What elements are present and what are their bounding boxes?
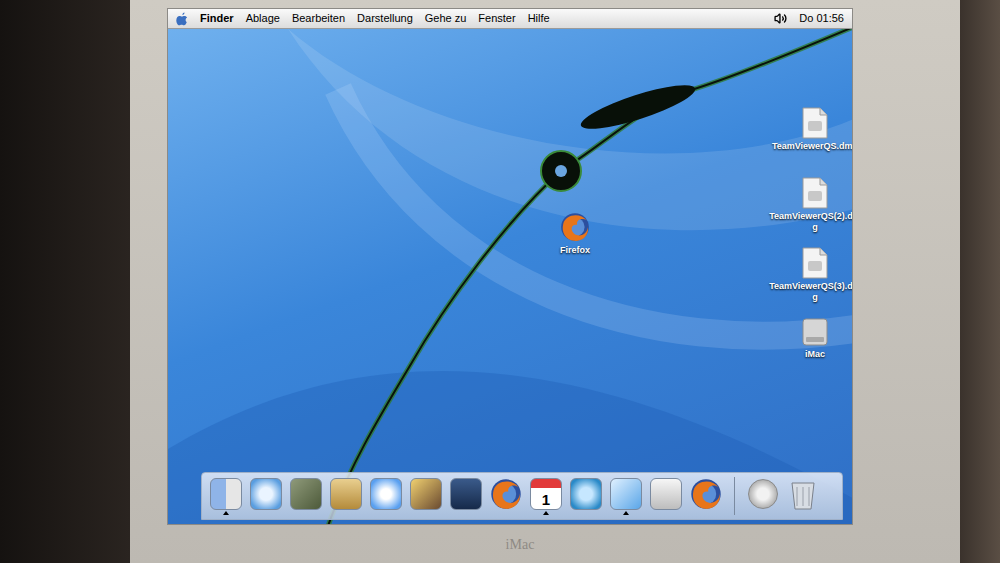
running-indicator	[583, 511, 589, 515]
running-indicator	[423, 511, 429, 515]
icon-label-line: g	[812, 292, 818, 303]
running-indicator	[503, 512, 509, 516]
menu-item[interactable]: Fenster	[478, 10, 515, 27]
icon-label: iMac	[805, 349, 825, 360]
apple-icon[interactable]	[176, 12, 188, 26]
menu-bar: Finder Ablage Bearbeiten Darstellung Gehe zu…	[168, 9, 852, 29]
running-indicator	[663, 511, 669, 515]
dock-item[interactable]	[648, 478, 684, 515]
hard-drive-icon	[801, 317, 829, 347]
desktop-icon[interactable]: TeamViewerQS(3).dmg	[772, 247, 852, 303]
icon-label: TeamViewerQS(3).dmg	[769, 281, 852, 303]
dock: 1	[201, 472, 843, 520]
running-indicator	[343, 511, 349, 515]
icon-label-line: TeamViewerQS.dmg	[772, 141, 852, 152]
firefox-icon	[489, 477, 523, 511]
icon-label-line: TeamViewerQS(2).dm	[769, 211, 852, 222]
menu-item[interactable]: Ablage	[246, 10, 280, 27]
dock-item[interactable]	[488, 477, 524, 516]
photo-scene: Finder Ablage Bearbeiten Darstellung Gehe zu…	[0, 0, 1000, 563]
running-indicator	[263, 511, 269, 515]
screen: Finder Ablage Bearbeiten Darstellung Gehe zu…	[167, 8, 853, 525]
bezel-chin: iMac	[167, 525, 853, 563]
calendar-day: 1	[542, 491, 550, 509]
running-indicator	[800, 511, 806, 515]
dock-item[interactable]	[368, 478, 404, 515]
wallpaper-swirl-icon	[168, 29, 852, 524]
desktop: Firefox TeamViewerQS.dmg TeamViewerQS(2).d…	[168, 29, 852, 524]
menu-clock[interactable]: Do 01:56	[799, 10, 844, 27]
dock-item[interactable]	[745, 479, 781, 514]
running-indicator	[303, 511, 309, 515]
firefox-icon	[689, 477, 723, 511]
dock-item[interactable]	[328, 478, 364, 515]
desktop-icon[interactable]: Firefox	[532, 211, 618, 256]
dock-app-icon	[610, 478, 642, 510]
trash-icon	[788, 478, 818, 510]
dock-app-icon	[570, 478, 602, 510]
running-indicator	[463, 511, 469, 515]
running-indicator	[223, 511, 229, 515]
icon-label: TeamViewerQS(2).dmg	[769, 211, 852, 233]
menu-item[interactable]: Finder	[200, 10, 234, 27]
running-indicator	[703, 512, 709, 516]
dock-app-icon	[210, 478, 242, 510]
icon-label-line: iMac	[805, 349, 825, 360]
firefox-icon	[559, 211, 591, 243]
dock-item[interactable]	[448, 478, 484, 515]
dock-item[interactable]	[288, 478, 324, 515]
disk-image-file-icon	[802, 177, 828, 209]
dock-item[interactable]: 1	[528, 478, 564, 515]
background-left	[0, 0, 130, 563]
icon-label: TeamViewerQS.dmg	[772, 141, 852, 152]
dock-app-icon	[650, 478, 682, 510]
dock-folder-icon	[748, 479, 778, 509]
dock-separator	[734, 477, 735, 515]
icon-label-line: TeamViewerQS(3).dm	[769, 281, 852, 292]
desktop-icon[interactable]: iMac	[772, 317, 852, 360]
disk-image-file-icon	[802, 107, 828, 139]
volume-icon[interactable]	[774, 12, 787, 25]
dock-app-icon	[250, 478, 282, 510]
dock-app-icon	[330, 478, 362, 510]
dock-app-icon	[410, 478, 442, 510]
dock-item[interactable]	[608, 478, 644, 515]
running-indicator	[543, 511, 549, 515]
dock-item[interactable]	[568, 478, 604, 515]
screen-crack-icon	[168, 29, 852, 524]
dock-item[interactable]	[408, 478, 444, 515]
desktop-icon[interactable]: TeamViewerQS.dmg	[772, 107, 852, 152]
dock-app-icon	[290, 478, 322, 510]
dock-item[interactable]	[248, 478, 284, 515]
dock-item[interactable]	[208, 478, 244, 515]
icon-label: Firefox	[560, 245, 590, 256]
running-indicator	[623, 511, 629, 515]
icon-label-line: g	[812, 222, 818, 233]
imac-bezel: Finder Ablage Bearbeiten Darstellung Gehe zu…	[130, 0, 960, 563]
dock-item[interactable]	[785, 478, 821, 515]
menu-item[interactable]: Bearbeiten	[292, 10, 345, 27]
running-indicator	[383, 511, 389, 515]
menu-item[interactable]: Hilfe	[528, 10, 550, 27]
bezel-logo: iMac	[506, 534, 535, 555]
menu-item[interactable]: Darstellung	[357, 10, 413, 27]
running-indicator	[760, 510, 766, 514]
dock-app-icon: 1	[530, 478, 562, 510]
desktop-icon[interactable]: TeamViewerQS(2).dmg	[772, 177, 852, 233]
icon-label-line: Firefox	[560, 245, 590, 256]
dock-app-icon	[370, 478, 402, 510]
disk-image-file-icon	[802, 247, 828, 279]
menu-item[interactable]: Gehe zu	[425, 10, 467, 27]
dock-app-icon	[450, 478, 482, 510]
dock-item[interactable]	[688, 477, 724, 516]
